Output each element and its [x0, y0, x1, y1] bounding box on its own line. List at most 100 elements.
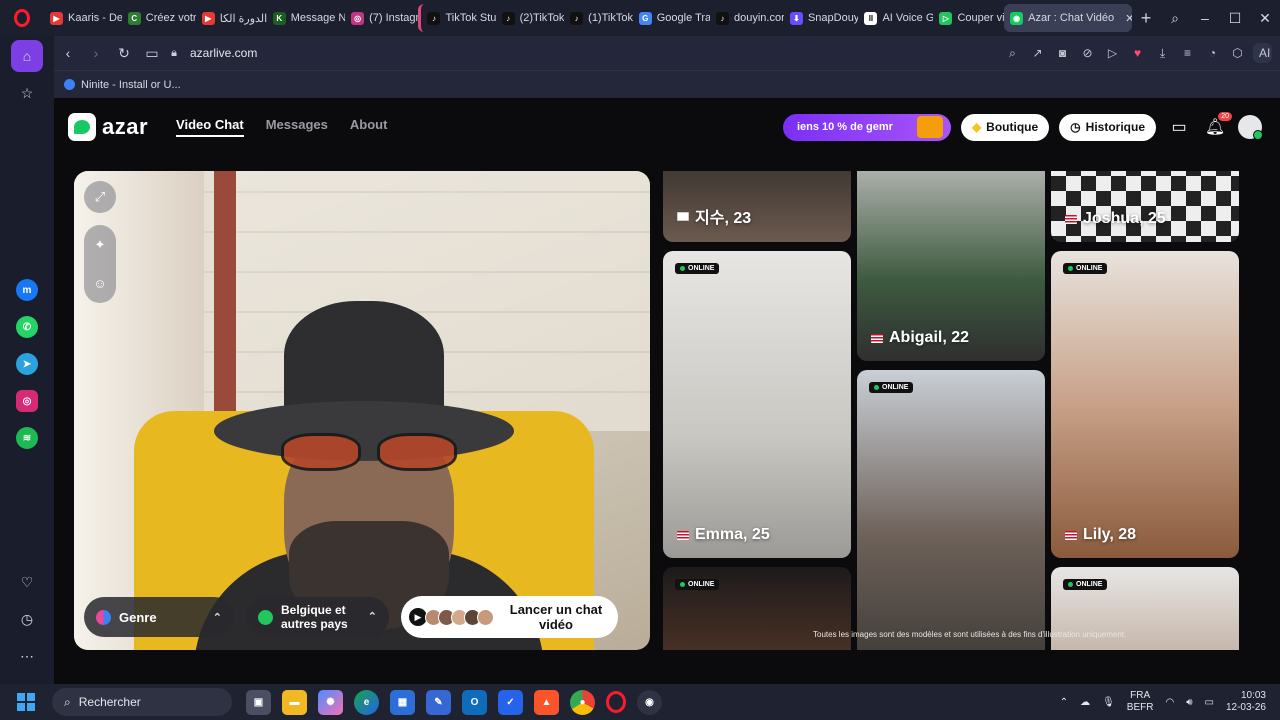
pinboard-icon[interactable]: ☆: [11, 77, 43, 109]
launch-video-chat-button[interactable]: ▶ Lancer un chat vidéo: [401, 596, 618, 638]
magic-wand-icon[interactable]: ✦: [95, 237, 106, 253]
nav-video-chat[interactable]: Video Chat: [176, 117, 244, 137]
tab-label: douyin.cor: [733, 12, 784, 24]
language-indicator[interactable]: FRA BEFR: [1127, 690, 1154, 714]
opera-taskbar-icon[interactable]: [606, 691, 626, 713]
genre-selector[interactable]: Genre ⌃: [84, 597, 234, 637]
avatar[interactable]: [1238, 115, 1263, 140]
boutique-label: Boutique: [986, 120, 1039, 134]
profile-name: Lily, 28: [1065, 526, 1136, 544]
download-icon[interactable]: ⤓: [1153, 46, 1172, 61]
wifi-icon[interactable]: ◠: [1165, 697, 1174, 708]
boutique-button[interactable]: ◆ Boutique: [960, 113, 1050, 141]
promo-banner[interactable]: iens 10 % de gemr: [782, 113, 951, 141]
browser-tab[interactable]: ⬇ SnapDouy: [784, 4, 858, 32]
country-selector[interactable]: Belgique et autres pays ⌃: [246, 597, 389, 637]
home-icon[interactable]: ⌂: [11, 40, 43, 72]
browser-tab[interactable]: K Message N: [267, 4, 345, 32]
taskbar-search[interactable]: ⌕ Rechercher: [52, 688, 232, 716]
browser-tab[interactable]: G Google Tra: [633, 4, 710, 32]
reload-button[interactable]: ↻: [110, 45, 138, 62]
browser-tab[interactable]: ◎ (7) Instagr: [345, 4, 418, 32]
browser-tab[interactable]: ▶ Kaaris - De: [44, 4, 122, 32]
profile-card[interactable]: Abigail, 22: [857, 171, 1045, 361]
favorite-heart-icon[interactable]: ♥: [1128, 46, 1147, 60]
brave-icon[interactable]: ▲: [534, 689, 559, 715]
camera-icon[interactable]: ◙: [1053, 46, 1072, 60]
back-button[interactable]: ‹: [54, 45, 82, 61]
microphone-icon[interactable]: 🎙︎: [1102, 697, 1115, 708]
instagram-icon[interactable]: ◎: [11, 385, 43, 417]
nav-messages[interactable]: Messages: [266, 117, 328, 137]
browser-tab[interactable]: ▶ الدورة الكا: [196, 4, 267, 32]
profile-card[interactable]: Joshua, 25: [1051, 171, 1239, 242]
historique-button[interactable]: ◷ Historique: [1059, 113, 1156, 141]
bell-icon[interactable]: 🔔︎ 20: [1202, 112, 1232, 140]
profile-card[interactable]: ONLINE: [857, 370, 1045, 650]
chevron-up-icon[interactable]: ⌃: [1060, 697, 1068, 708]
opera-gx-icon[interactable]: ◉: [637, 689, 662, 715]
spotify-icon[interactable]: ≋: [11, 422, 43, 454]
browser-tab[interactable]: ◉ Azar : Chat Vidéo ✕: [1004, 4, 1132, 32]
profile-card[interactable]: ONLINE Emma, 25: [663, 251, 851, 558]
opera-menu-button[interactable]: [0, 0, 44, 36]
browser-tab[interactable]: II AI Voice G: [858, 4, 933, 32]
start-button[interactable]: [0, 693, 52, 711]
copilot-icon[interactable]: ✺: [318, 689, 343, 715]
azar-logo[interactable]: azar: [68, 113, 148, 141]
lens-icon[interactable]: ⌕: [1003, 46, 1022, 61]
clock[interactable]: 10:03 12-03-26: [1226, 690, 1266, 714]
close-window-button[interactable]: ✕: [1250, 10, 1280, 27]
history-icon[interactable]: ◷: [11, 603, 43, 635]
chrome-icon[interactable]: ●: [570, 689, 595, 715]
share-icon[interactable]: ↗: [1028, 46, 1047, 60]
edge-icon[interactable]: e: [354, 689, 379, 715]
maximize-button[interactable]: ☐: [1220, 10, 1250, 27]
browser-tab[interactable]: ♪ (2)TikTok: [496, 4, 564, 32]
expand-icon[interactable]: ⤢: [84, 181, 116, 213]
lock-icon[interactable]: 🔒︎: [166, 47, 182, 60]
new-tab-button[interactable]: +: [1132, 8, 1160, 29]
browser-tab[interactable]: C Créez votr: [122, 4, 196, 32]
todo-icon[interactable]: ✓: [498, 689, 523, 715]
url-field[interactable]: azarlive.com: [190, 46, 257, 60]
profile-card[interactable]: ONLINE Lily, 28: [1051, 251, 1239, 558]
search-tabs-icon[interactable]: ⌕: [1160, 10, 1190, 27]
aria-ai-button[interactable]: AI: [1253, 43, 1272, 63]
store-icon[interactable]: ▦: [390, 689, 415, 715]
heart-icon[interactable]: ♡: [11, 566, 43, 598]
cloud-icon[interactable]: ☁: [1080, 697, 1090, 708]
whatsapp-icon[interactable]: ✆: [11, 311, 43, 343]
task-view-icon[interactable]: ▣: [246, 689, 271, 715]
status-dot-icon: [874, 385, 879, 390]
close-tab-icon[interactable]: ✕: [1125, 12, 1132, 25]
telegram-icon[interactable]: ➤: [11, 348, 43, 380]
inbox-icon[interactable]: ▭: [1166, 114, 1192, 140]
play-icon[interactable]: ▷: [1103, 46, 1122, 60]
online-label: ONLINE: [688, 265, 715, 272]
adblock-icon[interactable]: ⊘: [1078, 46, 1097, 60]
app-icon[interactable]: ✎: [426, 689, 451, 715]
messenger-icon[interactable]: m: [11, 274, 43, 306]
outlook-icon[interactable]: O: [462, 689, 487, 715]
online-label: ONLINE: [882, 384, 909, 391]
profile-icon[interactable]: ◔: [1203, 46, 1222, 60]
browser-tab[interactable]: ▷ Couper vi: [933, 4, 1004, 32]
forward-button[interactable]: ›: [82, 45, 110, 61]
browser-tab[interactable]: ♪ TikTok Stu: [418, 4, 496, 32]
minimize-button[interactable]: –: [1190, 10, 1220, 26]
mask-icon[interactable]: ☺: [93, 276, 106, 291]
battery-icon[interactable]: ▭: [1205, 697, 1214, 708]
profile-name-text: Abigail, 22: [889, 329, 970, 346]
browser-tab[interactable]: ♪ (1)TikTok: [564, 4, 633, 32]
browser-tab[interactable]: ♪ douyin.cor: [710, 4, 784, 32]
easy-setup-icon[interactable]: ≡: [1178, 46, 1197, 60]
bookmark-ninite[interactable]: Ninite - Install or U...: [81, 79, 181, 91]
profile-card[interactable]: 지수, 23: [663, 171, 851, 242]
nav-about[interactable]: About: [350, 117, 388, 137]
extensions-icon[interactable]: ⬡: [1228, 46, 1247, 60]
tab-snapshot-icon[interactable]: ▭: [138, 45, 166, 62]
more-icon[interactable]: ⋯: [11, 640, 43, 672]
file-explorer-icon[interactable]: ▬: [282, 689, 307, 715]
volume-icon[interactable]: 🔊︎: [1186, 697, 1192, 708]
